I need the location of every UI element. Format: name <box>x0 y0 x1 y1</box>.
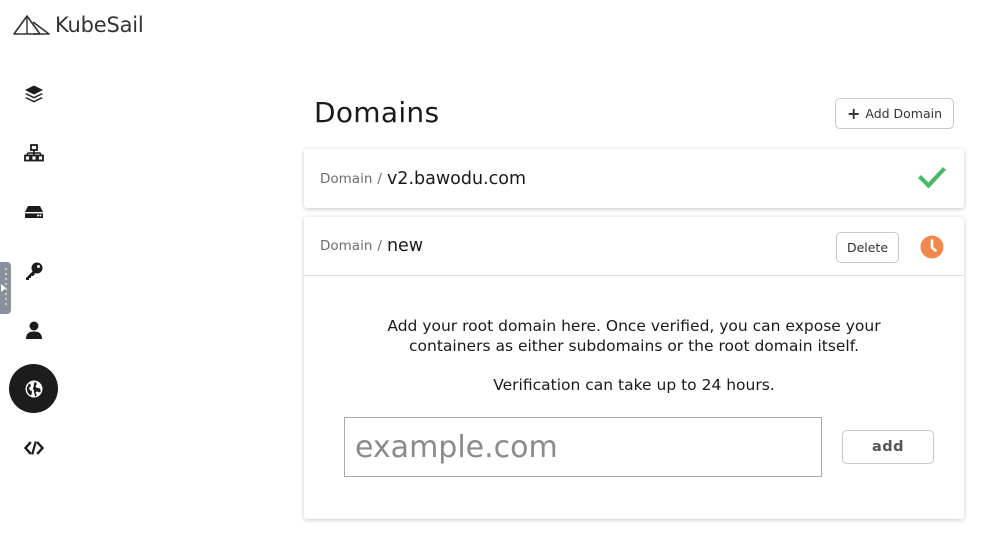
expand-arrow-icon <box>1 284 6 292</box>
nav-item-network[interactable] <box>9 128 58 177</box>
clock-icon <box>920 235 944 259</box>
drive-icon <box>24 205 43 218</box>
logo-text: KubeSail <box>55 13 144 37</box>
domain-label: Domain <box>320 238 373 254</box>
domain-card-pending: Domain / new Delete Add your root domain… <box>304 217 964 519</box>
domain-input[interactable] <box>344 417 822 477</box>
domain-card-header[interactable]: Domain / v2.bawodu.com <box>304 149 964 208</box>
instructions-line-1: Add your root domain here. Once verified… <box>387 317 881 335</box>
layers-icon <box>24 85 43 102</box>
page-title: Domains <box>314 96 440 129</box>
breadcrumb-separator: / <box>377 238 382 254</box>
user-icon <box>25 321 42 339</box>
nav-item-secrets[interactable] <box>9 246 58 295</box>
domain-card: Domain / v2.bawodu.com <box>304 149 964 208</box>
add-domain-button[interactable]: + Add Domain <box>835 98 954 129</box>
sidebar-expand-handle[interactable] <box>0 262 11 314</box>
check-icon <box>918 167 946 189</box>
nav-item-storage[interactable] <box>9 187 58 236</box>
breadcrumb-separator: / <box>377 170 382 187</box>
delete-button[interactable]: Delete <box>836 232 899 263</box>
instructions-text: Add your root domain here. Once verified… <box>304 317 964 356</box>
nav-item-code[interactable] <box>9 423 58 472</box>
nav-item-layers[interactable] <box>9 69 58 118</box>
instructions-line-2: containers as either subdomains or the r… <box>409 336 859 355</box>
globe-icon <box>25 380 42 397</box>
code-icon <box>23 440 44 455</box>
domain-name: new <box>386 236 424 256</box>
domain-label: Domain <box>320 170 373 187</box>
nav-item-domains[interactable] <box>9 364 58 413</box>
add-domain-label: Add Domain <box>865 106 943 121</box>
add-button[interactable]: add <box>842 430 934 464</box>
nav-item-users[interactable] <box>9 305 58 354</box>
plus-icon: + <box>846 103 861 123</box>
network-icon <box>23 143 44 161</box>
verification-note: Verification can take up to 24 hours. <box>493 376 775 394</box>
domain-name: v2.bawodu.com <box>386 168 526 189</box>
key-icon <box>25 262 42 280</box>
